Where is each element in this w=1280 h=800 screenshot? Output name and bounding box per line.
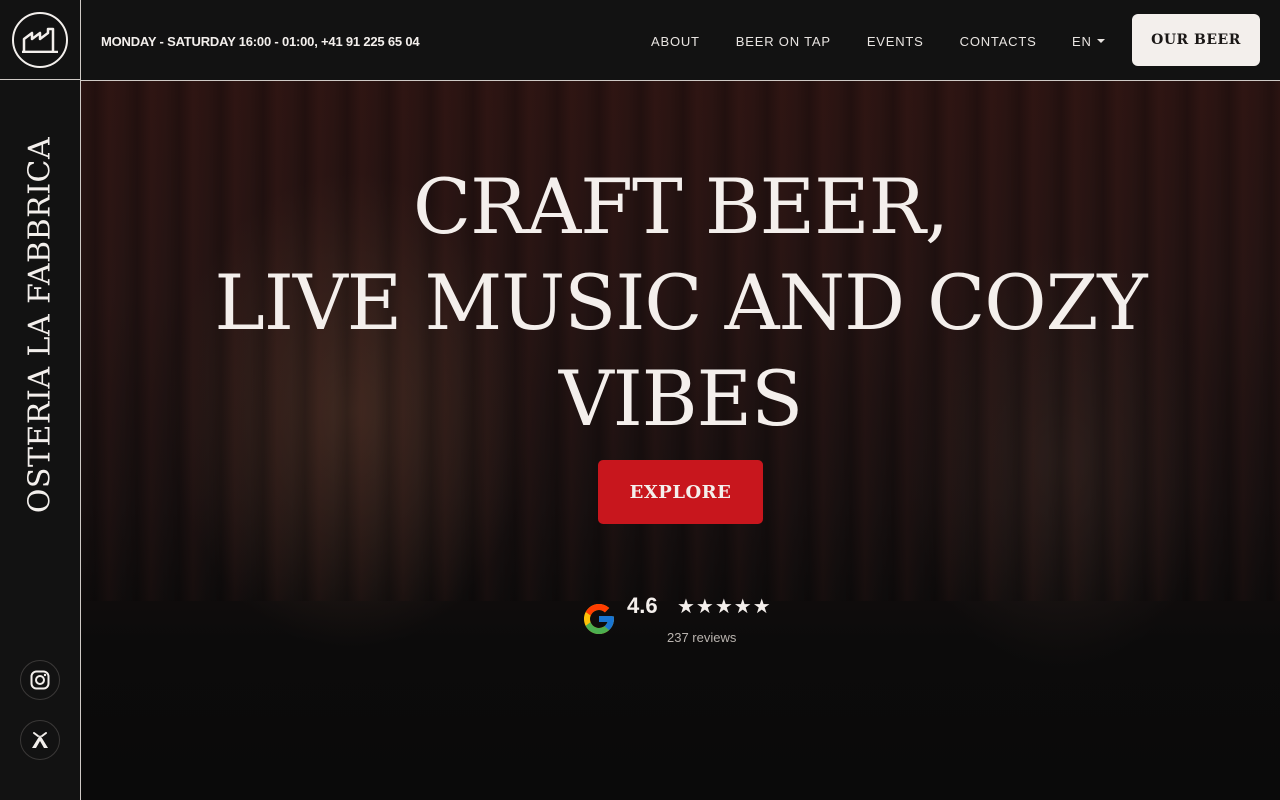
main-nav: ABOUT BEER ON TAP EVENTS CONTACTS [651,34,1073,49]
top-header: MONDAY - SATURDAY 16:00 - 01:00, +41 91 … [81,0,1280,81]
hero-section: CRAFT BEER, LIVE MUSIC AND COZY VIBES EX… [81,81,1280,800]
headline-line-1: CRAFT BEER, [412,162,949,251]
nav-events[interactable]: EVENTS [867,34,924,49]
nav-contacts[interactable]: CONTACTS [960,34,1037,49]
language-selector[interactable]: EN [1072,34,1105,49]
language-label: EN [1072,34,1092,49]
review-count: 237 reviews [667,630,737,645]
nav-beer-on-tap[interactable]: BEER ON TAP [736,34,831,49]
headline-line-3: VIBES [558,354,803,443]
tripadvisor-link[interactable] [20,720,60,760]
nav-about[interactable]: ABOUT [651,34,700,49]
brand-name-vertical: OSTERIA LA FABBRICA [22,136,58,514]
opening-hours: MONDAY - SATURDAY 16:00 - 01:00, +41 91 … [101,34,420,49]
logo[interactable] [0,0,80,80]
headline-line-2: LIVE MUSIC AND COZY [214,258,1147,347]
google-icon [584,604,614,634]
caret-down-icon [1096,38,1105,43]
explore-button[interactable]: EXPLORE [598,460,763,524]
instagram-link[interactable] [20,660,60,700]
google-rating[interactable]: 4.6 ★★★★★ 237 reviews [581,593,791,653]
hero-headline: CRAFT BEER, LIVE MUSIC AND COZY VIBES [81,159,1280,447]
factory-icon [12,11,68,68]
rating-stars: ★★★★★ [677,596,772,618]
tripadvisor-icon [32,732,48,748]
our-beer-button[interactable]: OUR BEER [1132,14,1260,66]
rating-score: 4.6 [627,593,658,618]
sidebar: OSTERIA LA FABBRICA [0,0,81,800]
instagram-icon [30,670,50,690]
